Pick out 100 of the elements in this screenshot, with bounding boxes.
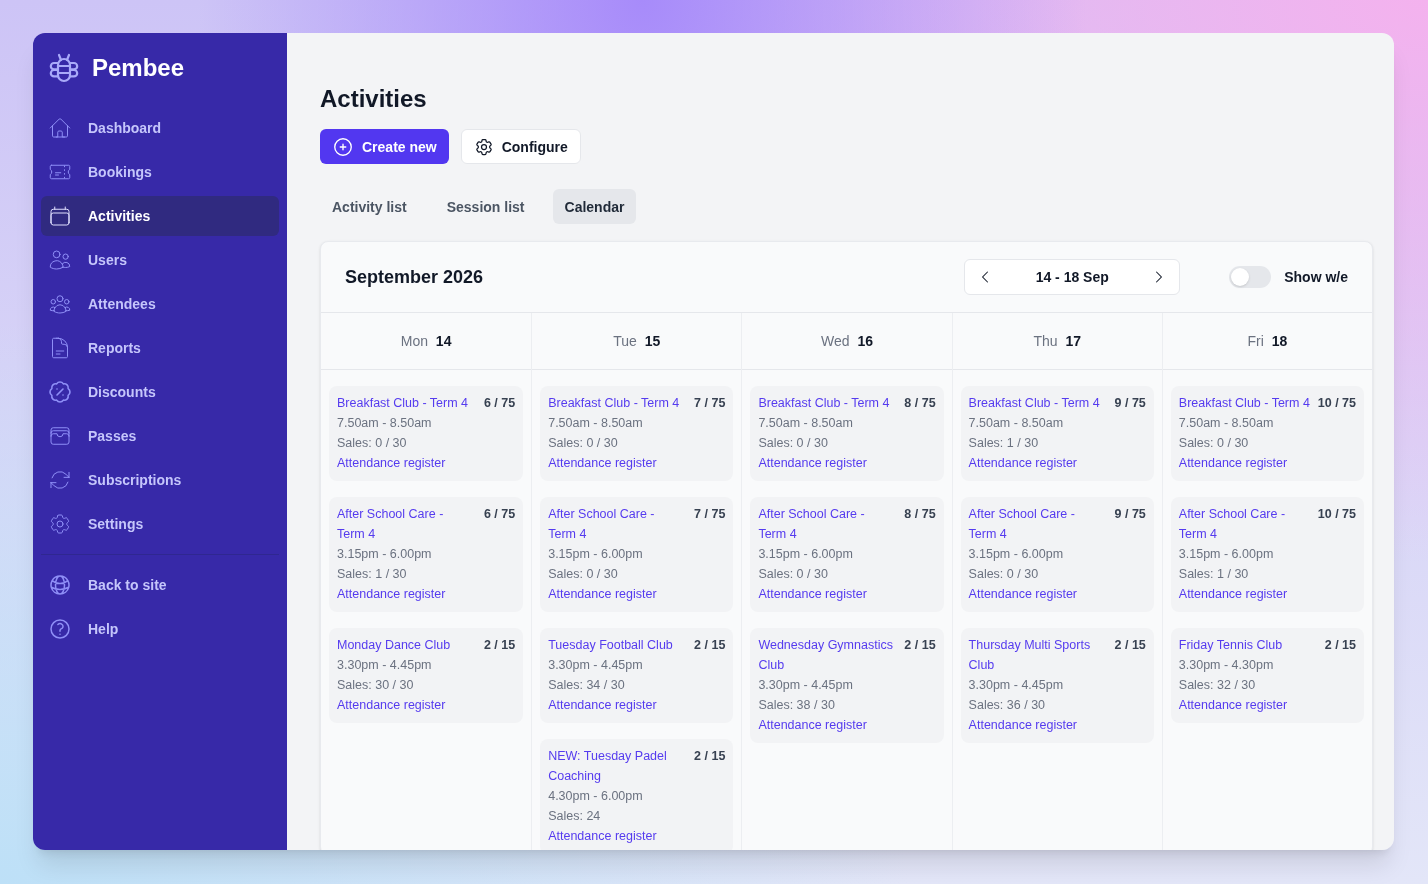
session-count: 2 / 15	[694, 748, 726, 765]
session-time: 7.50am - 8.50am	[1178, 415, 1275, 432]
session-count: 8 / 75	[904, 395, 936, 412]
session-sales: Sales: 0 / 30	[758, 435, 829, 452]
attendance-register-link[interactable]: Attendance register	[1178, 695, 1288, 715]
month-title: September 2026	[345, 266, 485, 289]
session-time: 3.30pm - 4.30pm	[1178, 657, 1275, 674]
attendance-register-link[interactable]: Attendance register	[758, 584, 867, 604]
session-count: 9 / 75	[1114, 395, 1146, 412]
sidebar-item[interactable]: Subscriptions	[41, 460, 279, 500]
attendance-register-link[interactable]: Attendance register	[337, 453, 446, 473]
user-group-icon	[48, 292, 72, 316]
day-heading: Fri 18	[1247, 332, 1288, 351]
attendance-register-link[interactable]: Attendance register	[758, 715, 867, 735]
session-title-link[interactable]: Breakfast Club - Term 4	[758, 393, 890, 413]
session-time: 3.15pm - 6.00pm	[758, 546, 854, 563]
session-time: 7.50am - 8.50am	[968, 415, 1065, 432]
sidebar-item[interactable]: Dashboard	[41, 108, 279, 148]
session-sales: Sales: 1 / 30	[337, 566, 408, 583]
session-sales: Sales: 0 / 30	[1178, 435, 1250, 452]
attendance-register-link[interactable]: Attendance register	[548, 584, 657, 604]
session-title-link[interactable]: Breakfast Club - Term 4	[548, 393, 680, 413]
session-title-link[interactable]: After School Care - Term 4	[337, 504, 473, 544]
session-time: 3.15pm - 6.00pm	[1178, 546, 1275, 563]
session-title-link[interactable]: Friday Tennis Club	[1178, 635, 1283, 655]
session-title-link[interactable]: Breakfast Club - Term 4	[968, 393, 1100, 413]
attendance-register-link[interactable]: Attendance register	[548, 695, 657, 715]
sidebar-item[interactable]: Passes	[41, 416, 279, 456]
refresh-icon	[48, 468, 72, 492]
attendance-register-link[interactable]: Attendance register	[968, 715, 1077, 735]
sidebar-item[interactable]: Users	[41, 240, 279, 280]
attendance-register-link[interactable]: Attendance register	[548, 826, 657, 846]
sidebar-item[interactable]: Attendees	[41, 284, 279, 324]
attendance-register-link[interactable]: Attendance register	[1178, 584, 1288, 604]
attendance-register-link[interactable]: Attendance register	[337, 695, 446, 715]
session-sales: Sales: 30 / 30	[337, 677, 415, 694]
sidebar-item[interactable]: Reports	[41, 328, 279, 368]
attendance-register-link[interactable]: Attendance register	[337, 584, 446, 604]
session-count: 2 / 15	[904, 637, 936, 654]
globe-icon	[48, 573, 72, 597]
view-tab[interactable]: Calendar	[552, 189, 637, 224]
session-title-link[interactable]: NEW: Tuesday Padel Coaching	[548, 746, 685, 786]
session-count: 6 / 75	[483, 395, 516, 412]
session-sales: Sales: 0 / 30	[548, 435, 619, 452]
percent-badge-icon	[48, 380, 72, 404]
calendar-icon	[48, 204, 72, 228]
session-sales: Sales: 1 / 30	[1178, 566, 1250, 583]
sidebar-item[interactable]: Settings	[41, 504, 279, 544]
attendance-register-link[interactable]: Attendance register	[548, 453, 657, 473]
view-tab[interactable]: Activity list	[320, 189, 419, 224]
day-heading: Mon 14	[400, 332, 452, 351]
session-time: 3.15pm - 6.00pm	[337, 546, 433, 563]
session-sales: Sales: 0 / 30	[968, 566, 1040, 583]
session-title-link[interactable]: Tuesday Football Club	[548, 635, 673, 655]
view-tab[interactable]: Session list	[434, 189, 537, 224]
attendance-register-link[interactable]: Attendance register	[968, 453, 1077, 473]
session-sales: Sales: 24	[548, 808, 602, 825]
session-title-link[interactable]: Breakfast Club - Term 4	[1178, 393, 1310, 413]
bee-logo-icon	[48, 53, 80, 83]
session-count: 2 / 15	[1114, 637, 1146, 654]
sidebar-item[interactable]: Help	[41, 609, 279, 649]
sidebar-item[interactable]: Bookings	[41, 152, 279, 192]
session-sales: Sales: 38 / 30	[758, 697, 836, 714]
configure-button[interactable]: Configure	[460, 129, 581, 164]
users-icon	[48, 248, 72, 272]
session-time: 3.30pm - 4.45pm	[337, 657, 433, 674]
session-title-link[interactable]: Wednesday Gymnastics Club	[758, 635, 895, 675]
session-sales: Sales: 0 / 30	[337, 435, 408, 452]
session-title-link[interactable]: Monday Dance Club	[337, 635, 451, 655]
sidebar-item[interactable]: Activities	[41, 196, 279, 236]
session-sales: Sales: 34 / 30	[548, 677, 626, 694]
create-button[interactable]: Create new	[320, 129, 449, 164]
sidebar-item[interactable]: Discounts	[41, 372, 279, 412]
settings-icon	[48, 512, 72, 536]
session-count: 2 / 15	[483, 637, 516, 654]
session-time: 3.30pm - 4.45pm	[968, 677, 1065, 694]
session-count: 8 / 75	[904, 506, 936, 523]
attendance-register-link[interactable]: Attendance register	[968, 584, 1077, 604]
session-title-link[interactable]: Thursday Multi Sports Club	[968, 635, 1105, 675]
settings-icon	[473, 136, 494, 157]
sidebar-item[interactable]: Back to site	[41, 565, 279, 605]
session-time: 3.30pm - 4.45pm	[758, 677, 854, 694]
session-title-link[interactable]: After School Care - Term 4	[758, 504, 895, 544]
session-sales: Sales: 1 / 30	[968, 435, 1040, 452]
session-title-link[interactable]: After School Care - Term 4	[1178, 504, 1314, 544]
weekend-toggle[interactable]	[1229, 266, 1272, 288]
session-time: 7.50am - 8.50am	[337, 415, 433, 432]
attendance-register-link[interactable]: Attendance register	[1178, 453, 1288, 473]
attendance-register-link[interactable]: Attendance register	[758, 453, 867, 473]
session-title-link[interactable]: After School Care - Term 4	[548, 504, 685, 544]
session-title-link[interactable]: Breakfast Club - Term 4	[337, 393, 469, 413]
wallet-icon	[48, 424, 72, 448]
session-time: 4.30pm - 6.00pm	[548, 788, 644, 805]
home-icon	[48, 116, 72, 140]
session-time: 7.50am - 8.50am	[758, 415, 854, 432]
toggle-label: Show w/e	[1284, 268, 1348, 287]
session-sales: Sales: 0 / 30	[548, 566, 619, 583]
session-title-link[interactable]: After School Care - Term 4	[968, 504, 1105, 544]
day-heading: Thu 17	[1033, 332, 1081, 351]
session-time: 3.30pm - 4.45pm	[548, 657, 644, 674]
